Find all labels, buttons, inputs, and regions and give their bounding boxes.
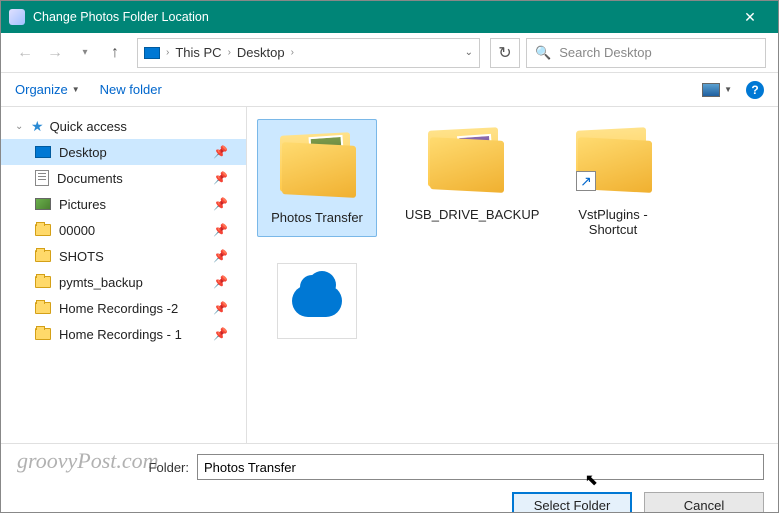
sidebar-item-folder[interactable]: Home Recordings - 1 📌 bbox=[1, 321, 246, 347]
folder-icon bbox=[35, 302, 51, 314]
pin-icon: 📌 bbox=[213, 145, 228, 159]
select-folder-button[interactable]: Select Folder bbox=[512, 492, 632, 513]
star-icon: ★ bbox=[31, 118, 44, 135]
pin-icon: 📌 bbox=[213, 301, 228, 315]
dialog-footer: Folder: Select Folder Cancel bbox=[1, 443, 778, 513]
folder-shortcut-item[interactable]: ↗ VstPlugins - Shortcut bbox=[553, 119, 673, 237]
refresh-button[interactable]: ↻ bbox=[490, 38, 520, 68]
chevron-down-icon: ▼ bbox=[72, 85, 80, 94]
sidebar-item-documents[interactable]: Documents 📌 bbox=[1, 165, 246, 191]
back-button[interactable]: ← bbox=[13, 41, 37, 65]
address-dropdown[interactable]: ⌄ bbox=[465, 47, 473, 58]
cloud-icon bbox=[292, 285, 342, 317]
sidebar-item-desktop[interactable]: Desktop 📌 bbox=[1, 139, 246, 165]
chevron-right-icon: › bbox=[166, 47, 169, 58]
view-icon bbox=[702, 83, 720, 97]
desktop-icon bbox=[35, 146, 51, 158]
pin-icon: 📌 bbox=[213, 327, 228, 341]
chevron-down-icon: ⌄ bbox=[15, 121, 25, 132]
navigation-bar: ← → ▾ ↑ › This PC › Desktop › ⌄ ↻ 🔍 Sear… bbox=[1, 33, 778, 73]
new-folder-button[interactable]: New folder bbox=[100, 82, 162, 97]
cancel-button[interactable]: Cancel bbox=[644, 492, 764, 513]
forward-button[interactable]: → bbox=[43, 41, 67, 65]
shortcut-icon: ↗ bbox=[576, 171, 596, 191]
folder-icon bbox=[35, 328, 51, 340]
window-title: Change Photos Folder Location bbox=[33, 10, 730, 24]
sidebar-item-folder[interactable]: Home Recordings -2 📌 bbox=[1, 295, 246, 321]
recent-dropdown[interactable]: ▾ bbox=[73, 41, 97, 65]
titlebar: Change Photos Folder Location ✕ bbox=[1, 1, 778, 33]
app-icon bbox=[9, 9, 25, 25]
folder-icon bbox=[35, 276, 51, 288]
folder-item[interactable]: USB_DRIVE_BACKUP bbox=[405, 119, 525, 237]
up-button[interactable]: ↑ bbox=[103, 41, 127, 65]
chevron-right-icon: › bbox=[291, 47, 294, 58]
onedrive-item[interactable] bbox=[257, 263, 377, 345]
pin-icon: 📌 bbox=[213, 223, 228, 237]
organize-menu[interactable]: Organize▼ bbox=[15, 82, 80, 97]
view-mode-button[interactable]: ▼ bbox=[702, 83, 732, 97]
sidebar-item-folder[interactable]: SHOTS 📌 bbox=[1, 243, 246, 269]
folder-item[interactable]: Photos Transfer bbox=[257, 119, 377, 237]
search-placeholder: Search Desktop bbox=[559, 45, 652, 60]
file-pane[interactable]: Photos Transfer USB_DRIVE_BACKUP ↗ VstPl… bbox=[247, 107, 778, 443]
toolbar: Organize▼ New folder ▼ ? bbox=[1, 73, 778, 107]
pin-icon: 📌 bbox=[213, 171, 228, 185]
breadcrumb-root[interactable]: This PC bbox=[175, 45, 221, 60]
folder-label: USB_DRIVE_BACKUP bbox=[405, 207, 525, 222]
folder-icon bbox=[35, 250, 51, 262]
folder-name-input[interactable] bbox=[197, 454, 764, 480]
folder-field-label: Folder: bbox=[15, 460, 189, 475]
sidebar-item-folder[interactable]: pymts_backup 📌 bbox=[1, 269, 246, 295]
pin-icon: 📌 bbox=[213, 249, 228, 263]
search-box[interactable]: 🔍 Search Desktop bbox=[526, 38, 766, 68]
help-button[interactable]: ? bbox=[746, 81, 764, 99]
address-bar[interactable]: › This PC › Desktop › ⌄ bbox=[137, 38, 480, 68]
pc-icon bbox=[144, 47, 160, 59]
documents-icon bbox=[35, 170, 49, 186]
sidebar: ⌄ ★ Quick access Desktop 📌 Documents 📌 P… bbox=[1, 107, 247, 443]
close-button[interactable]: ✕ bbox=[730, 9, 770, 26]
pin-icon: 📌 bbox=[213, 197, 228, 211]
sidebar-item-pictures[interactable]: Pictures 📌 bbox=[1, 191, 246, 217]
pin-icon: 📌 bbox=[213, 275, 228, 289]
chevron-right-icon: › bbox=[228, 47, 231, 58]
quick-access-header[interactable]: ⌄ ★ Quick access bbox=[1, 113, 246, 139]
folder-icon bbox=[35, 224, 51, 236]
chevron-down-icon: ▼ bbox=[724, 85, 732, 94]
pictures-icon bbox=[35, 198, 51, 210]
search-icon: 🔍 bbox=[535, 45, 551, 61]
folder-label: VstPlugins - Shortcut bbox=[553, 207, 673, 237]
dialog-window: Change Photos Folder Location ✕ ← → ▾ ↑ … bbox=[0, 0, 779, 513]
folder-label: Photos Transfer bbox=[260, 210, 374, 225]
breadcrumb-current[interactable]: Desktop bbox=[237, 45, 285, 60]
sidebar-item-folder[interactable]: 00000 📌 bbox=[1, 217, 246, 243]
